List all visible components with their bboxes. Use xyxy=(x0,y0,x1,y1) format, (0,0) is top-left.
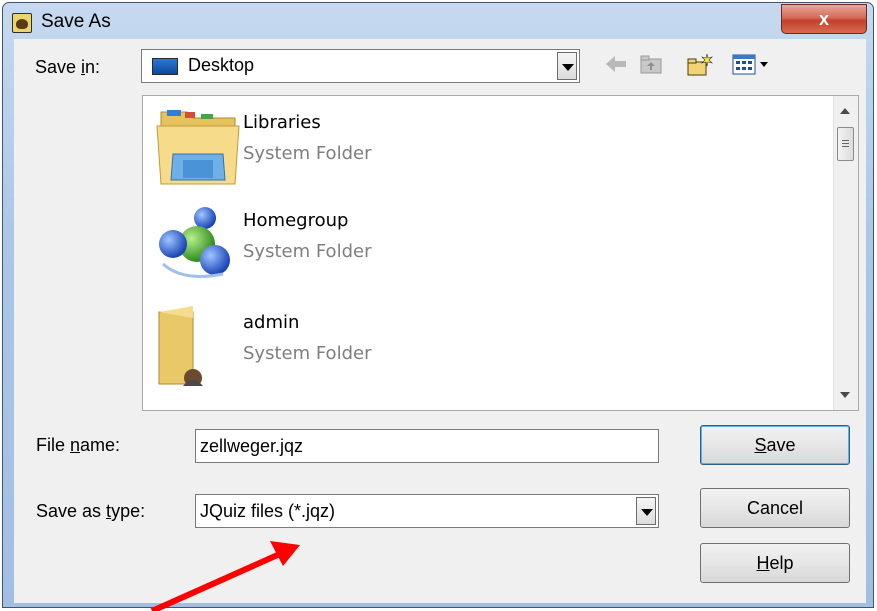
file-name: admin xyxy=(243,312,300,333)
file-type: System Folder xyxy=(243,143,372,164)
save-button[interactable]: Save xyxy=(700,425,850,465)
file-type: System Folder xyxy=(243,241,372,262)
user-folder-icon xyxy=(153,304,241,387)
window-title: Save As xyxy=(41,11,111,32)
homegroup-icon xyxy=(153,202,241,282)
scroll-up-icon[interactable] xyxy=(840,108,850,114)
file-name-field[interactable] xyxy=(195,429,659,463)
list-item[interactable]: Libraries System Folder xyxy=(143,100,833,186)
save-in-label: Save in: xyxy=(35,57,101,77)
chevron-down-icon[interactable] xyxy=(636,497,656,525)
help-button[interactable]: Help xyxy=(700,543,850,583)
up-one-level-icon[interactable] xyxy=(640,53,662,77)
back-arrow-icon[interactable] xyxy=(604,53,628,77)
save-as-type-value: JQuiz files (*.jqz) xyxy=(200,501,336,521)
app-icon xyxy=(12,13,32,33)
scroll-thumb[interactable] xyxy=(837,127,854,161)
save-in-value: Desktop xyxy=(188,55,255,75)
file-type: System Folder xyxy=(243,343,372,364)
vertical-scrollbar[interactable] xyxy=(833,96,858,410)
view-menu-icon[interactable] xyxy=(732,53,772,77)
file-list[interactable]: Libraries System Folder Homegroup System… xyxy=(142,95,859,411)
dialog-body: Save in: Desktop Libraries System Folder… xyxy=(14,39,866,603)
save-as-type-dropdown[interactable]: JQuiz files (*.jqz) xyxy=(195,494,659,528)
save-as-type-label: Save as type: xyxy=(36,501,146,521)
cancel-button[interactable]: Cancel xyxy=(700,488,850,528)
chevron-down-icon[interactable] xyxy=(557,52,577,80)
file-name: Homegroup xyxy=(243,210,349,231)
close-button[interactable]: x xyxy=(781,4,867,34)
desktop-icon xyxy=(152,58,178,75)
file-name: Libraries xyxy=(243,112,321,133)
scroll-down-icon[interactable] xyxy=(840,392,850,398)
title-bar[interactable]: Save As x xyxy=(3,3,873,39)
save-in-dropdown[interactable]: Desktop xyxy=(141,49,580,83)
file-name-label: File name: xyxy=(36,435,121,455)
save-as-dialog: Save As x Save in: Desktop Libraries Sys… xyxy=(2,2,874,608)
list-item[interactable]: admin System Folder xyxy=(143,300,833,387)
libraries-folder-icon xyxy=(153,104,241,185)
list-item[interactable]: Homegroup System Folder xyxy=(143,198,833,284)
new-folder-icon[interactable] xyxy=(686,53,714,77)
